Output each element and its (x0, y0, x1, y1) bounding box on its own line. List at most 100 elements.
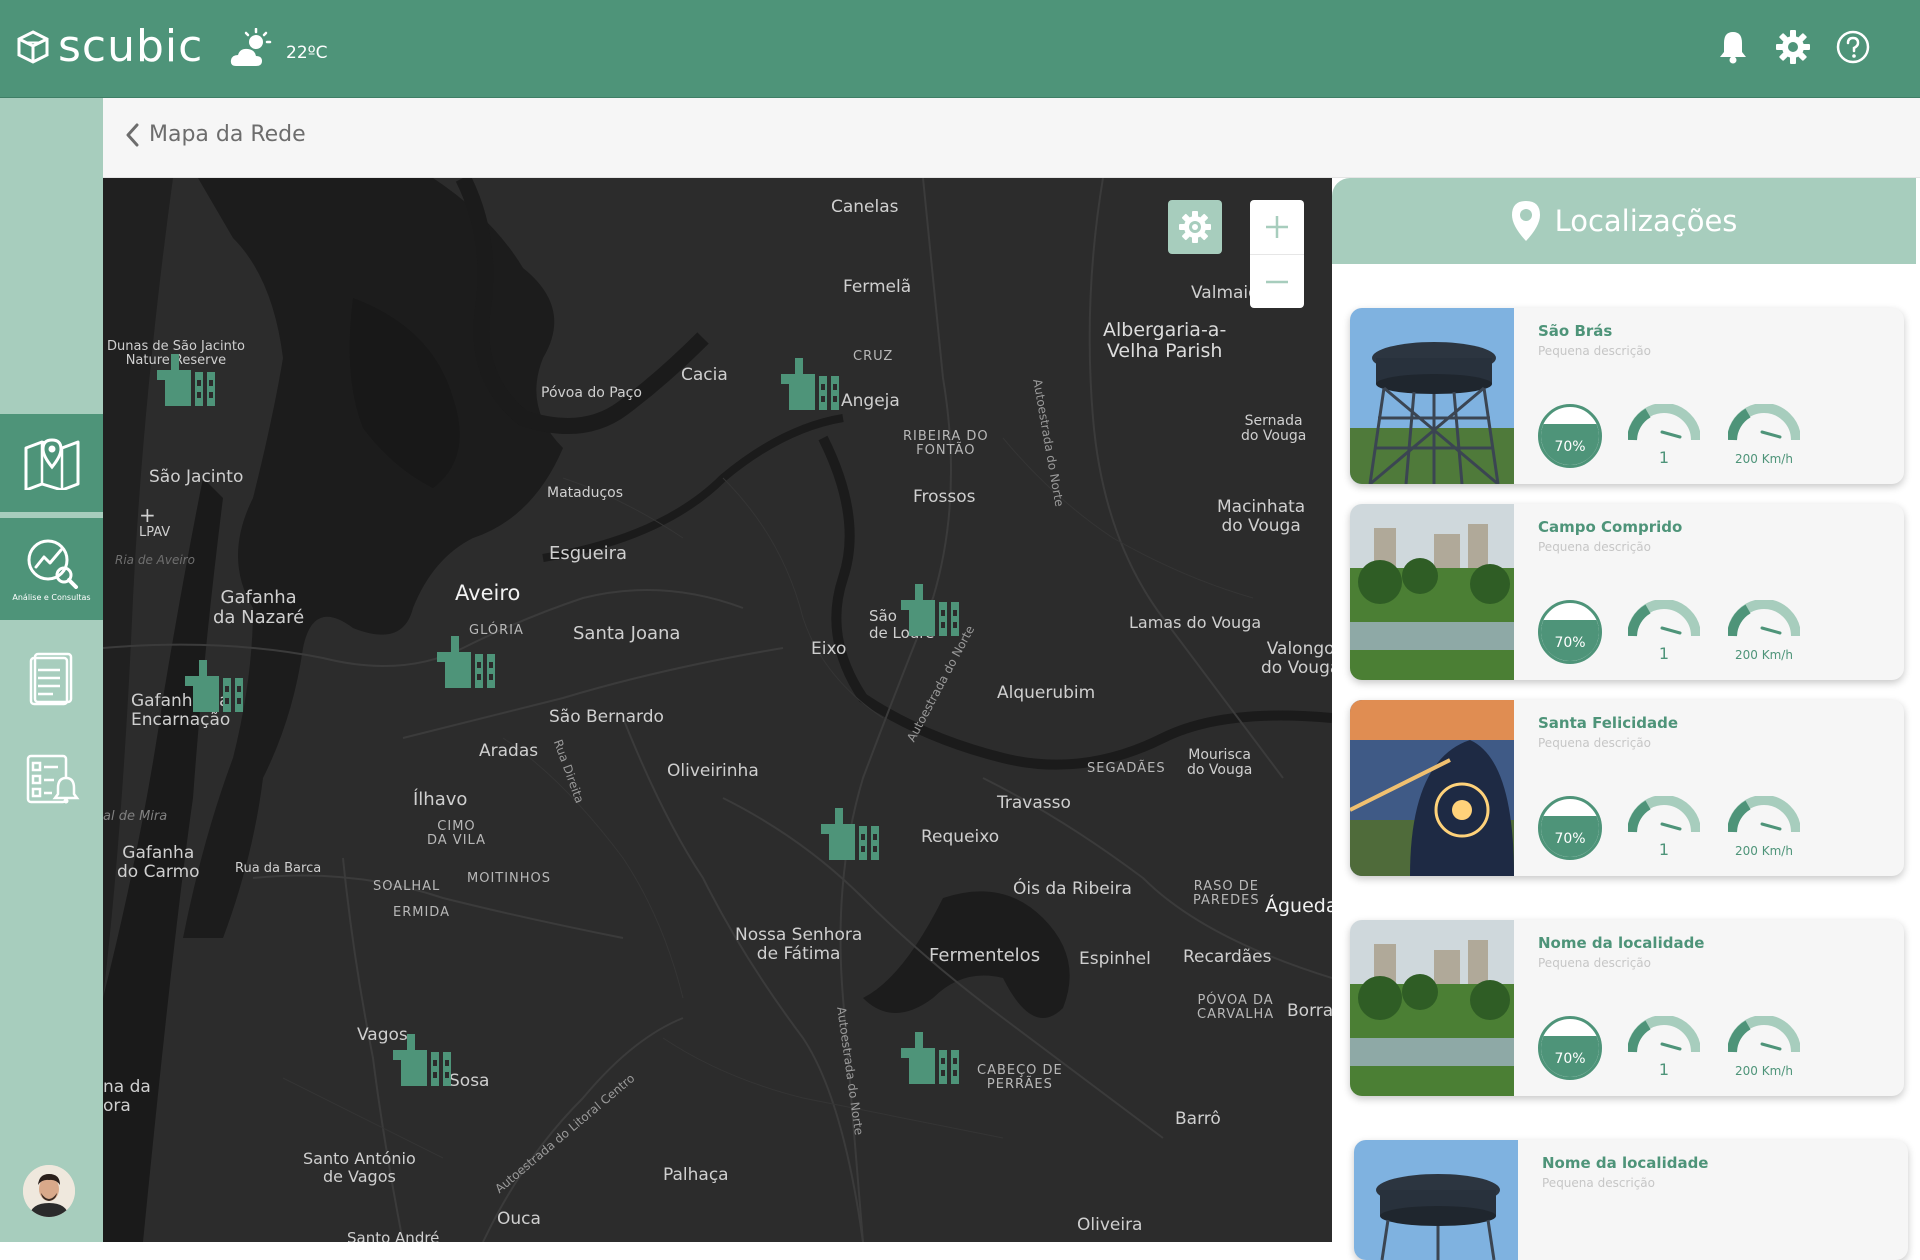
map-label: Aveiro (455, 581, 521, 605)
map-label: Mourisca do Vouga (1187, 747, 1253, 779)
map-label: Sosa (449, 1071, 490, 1091)
station-marker-icon[interactable] (391, 1032, 455, 1088)
map-label: Águeda (1265, 895, 1332, 917)
tank-level-gauge: 70% (1538, 796, 1602, 860)
tank-level-gauge: 70% (1538, 1016, 1602, 1080)
card-gauges: 70% 1 200 Km/h (1538, 599, 1898, 670)
map-label: Óis da Ribeira (1013, 879, 1132, 899)
location-card[interactable]: São Brás Pequena descrição 70% 1 200 Km/… (1350, 308, 1904, 484)
speed-value: 200 Km/h (1735, 648, 1793, 662)
night-building-image (1350, 700, 1514, 876)
card-gauges: 70% 1 200 Km/h (1538, 1015, 1898, 1086)
gear-icon (1776, 30, 1810, 64)
help-icon (1836, 30, 1870, 64)
map-label: CRUZ (853, 349, 894, 364)
location-card[interactable]: Santa Felicidade Pequena descrição 70% 1… (1350, 700, 1904, 876)
meter-gauge: 1 (1627, 795, 1701, 860)
map-label: Rua da Barca (235, 861, 322, 876)
cube-logo-icon (17, 30, 49, 64)
station-marker-icon[interactable] (155, 352, 219, 408)
station-marker-icon[interactable] (899, 1030, 963, 1086)
map-label: Nossa Senhora de Fátima (735, 925, 863, 964)
location-card[interactable]: Campo Comprido Pequena descrição 70% 1 2… (1350, 504, 1904, 680)
gauge-icon (1727, 599, 1801, 637)
location-card[interactable]: Nome da localidade Pequena descrição (1354, 1140, 1908, 1260)
zoom-in-button[interactable] (1250, 200, 1304, 254)
notifications-button[interactable] (1714, 28, 1752, 66)
map-label: Ouca (497, 1209, 541, 1229)
meter-value: 1 (1658, 448, 1670, 467)
map-label: Valongo do Vouga (1261, 639, 1332, 678)
speed-gauge: 200 Km/h (1727, 1015, 1801, 1080)
map-label: Canelas (831, 197, 899, 217)
sidebar-item-analysis[interactable]: Análise e Consultas (0, 518, 103, 620)
card-body: São Brás Pequena descrição (1538, 322, 1888, 358)
card-body: Santa Felicidade Pequena descrição (1538, 714, 1888, 750)
map-label: Requeixo (921, 827, 1000, 847)
network-map[interactable]: Canelas Fermelã Valmaio Albergaria-a- Ve… (103, 178, 1332, 1242)
analytics-search-icon (27, 539, 78, 589)
park-image (1350, 504, 1514, 680)
locations-panel: Localizações São Brás Pequena descrição … (1332, 178, 1920, 1260)
sidebar-item-checklist-alerts[interactable] (0, 728, 103, 828)
card-subtitle: Pequena descrição (1538, 956, 1651, 970)
map-label: Valmaio (1191, 283, 1259, 303)
map-label: SOALHAL (373, 879, 441, 894)
card-subtitle: Pequena descrição (1538, 736, 1651, 750)
user-avatar[interactable] (23, 1165, 75, 1217)
water-tower-image (1350, 308, 1514, 484)
card-title: São Brás (1538, 322, 1613, 340)
plus-icon (1266, 216, 1288, 238)
station-marker-icon[interactable] (899, 582, 963, 638)
station-marker-icon[interactable] (779, 356, 843, 412)
map-label: Frossos (913, 487, 976, 507)
map-label: RIBEIRA DO FONTÃO (903, 429, 989, 459)
station-marker-icon[interactable] (435, 634, 499, 690)
map-label: São Bernardo (549, 707, 664, 727)
map-label: RASO DE PAREDES (1193, 879, 1260, 909)
sidebar-item-reports[interactable] (0, 628, 103, 728)
card-body: Campo Comprido Pequena descrição (1538, 518, 1888, 554)
map-settings-button[interactable] (1168, 200, 1222, 254)
map-label: Póvoa do Paço (541, 385, 642, 401)
map-label: Oliveira (1077, 1215, 1143, 1235)
map-label: Gafanha do Carmo (117, 843, 200, 882)
tank-level-value: 70% (1554, 439, 1586, 455)
speed-gauge: 200 Km/h (1727, 599, 1801, 664)
meter-gauge: 1 (1627, 1015, 1701, 1080)
sidebar: Análise e Consultas (0, 98, 103, 1242)
map-label: Esgueira (549, 543, 628, 564)
card-body: Nome da localidade Pequena descrição (1542, 1154, 1892, 1190)
gauge-icon (1627, 1015, 1701, 1053)
map-label: Gafanha da Nazaré (213, 587, 305, 628)
back-button[interactable]: Mapa da Rede (125, 122, 306, 147)
panel-title: Localizações (1554, 204, 1738, 238)
brand-name: scubic (58, 21, 204, 72)
gauge-icon (1627, 599, 1701, 637)
help-button[interactable] (1834, 28, 1872, 66)
gauge-icon (1627, 403, 1701, 441)
map-label: Eixo (811, 639, 847, 659)
card-subtitle: Pequena descrição (1542, 1176, 1655, 1190)
sidebar-item-caption: Análise e Consultas (12, 592, 91, 602)
map-label: Cacia (681, 365, 728, 385)
location-card[interactable]: Nome da localidade Pequena descrição 70%… (1350, 920, 1904, 1096)
map-label: Santo André (347, 1229, 440, 1242)
station-marker-icon[interactable] (819, 806, 883, 862)
station-marker-icon[interactable] (183, 658, 247, 714)
zoom-out-button[interactable] (1250, 254, 1304, 308)
meter-gauge: 1 (1627, 599, 1701, 664)
settings-button[interactable] (1774, 28, 1812, 66)
sidebar-item-map[interactable] (0, 414, 103, 512)
map-label: Borra (1287, 1001, 1332, 1021)
map-label: ERMIDA (393, 905, 450, 920)
weather-widget: 22ºC (228, 28, 328, 70)
location-pin-icon (1511, 201, 1540, 241)
tank-level-value: 70% (1554, 1051, 1586, 1067)
map-label: al de Mira (103, 809, 168, 824)
checklist-alert-icon (26, 754, 79, 804)
page-title: Mapa da Rede (149, 122, 306, 147)
card-subtitle: Pequena descrição (1538, 344, 1651, 358)
tank-level-gauge: 70% (1538, 600, 1602, 664)
brand[interactable]: scubic (16, 22, 203, 72)
